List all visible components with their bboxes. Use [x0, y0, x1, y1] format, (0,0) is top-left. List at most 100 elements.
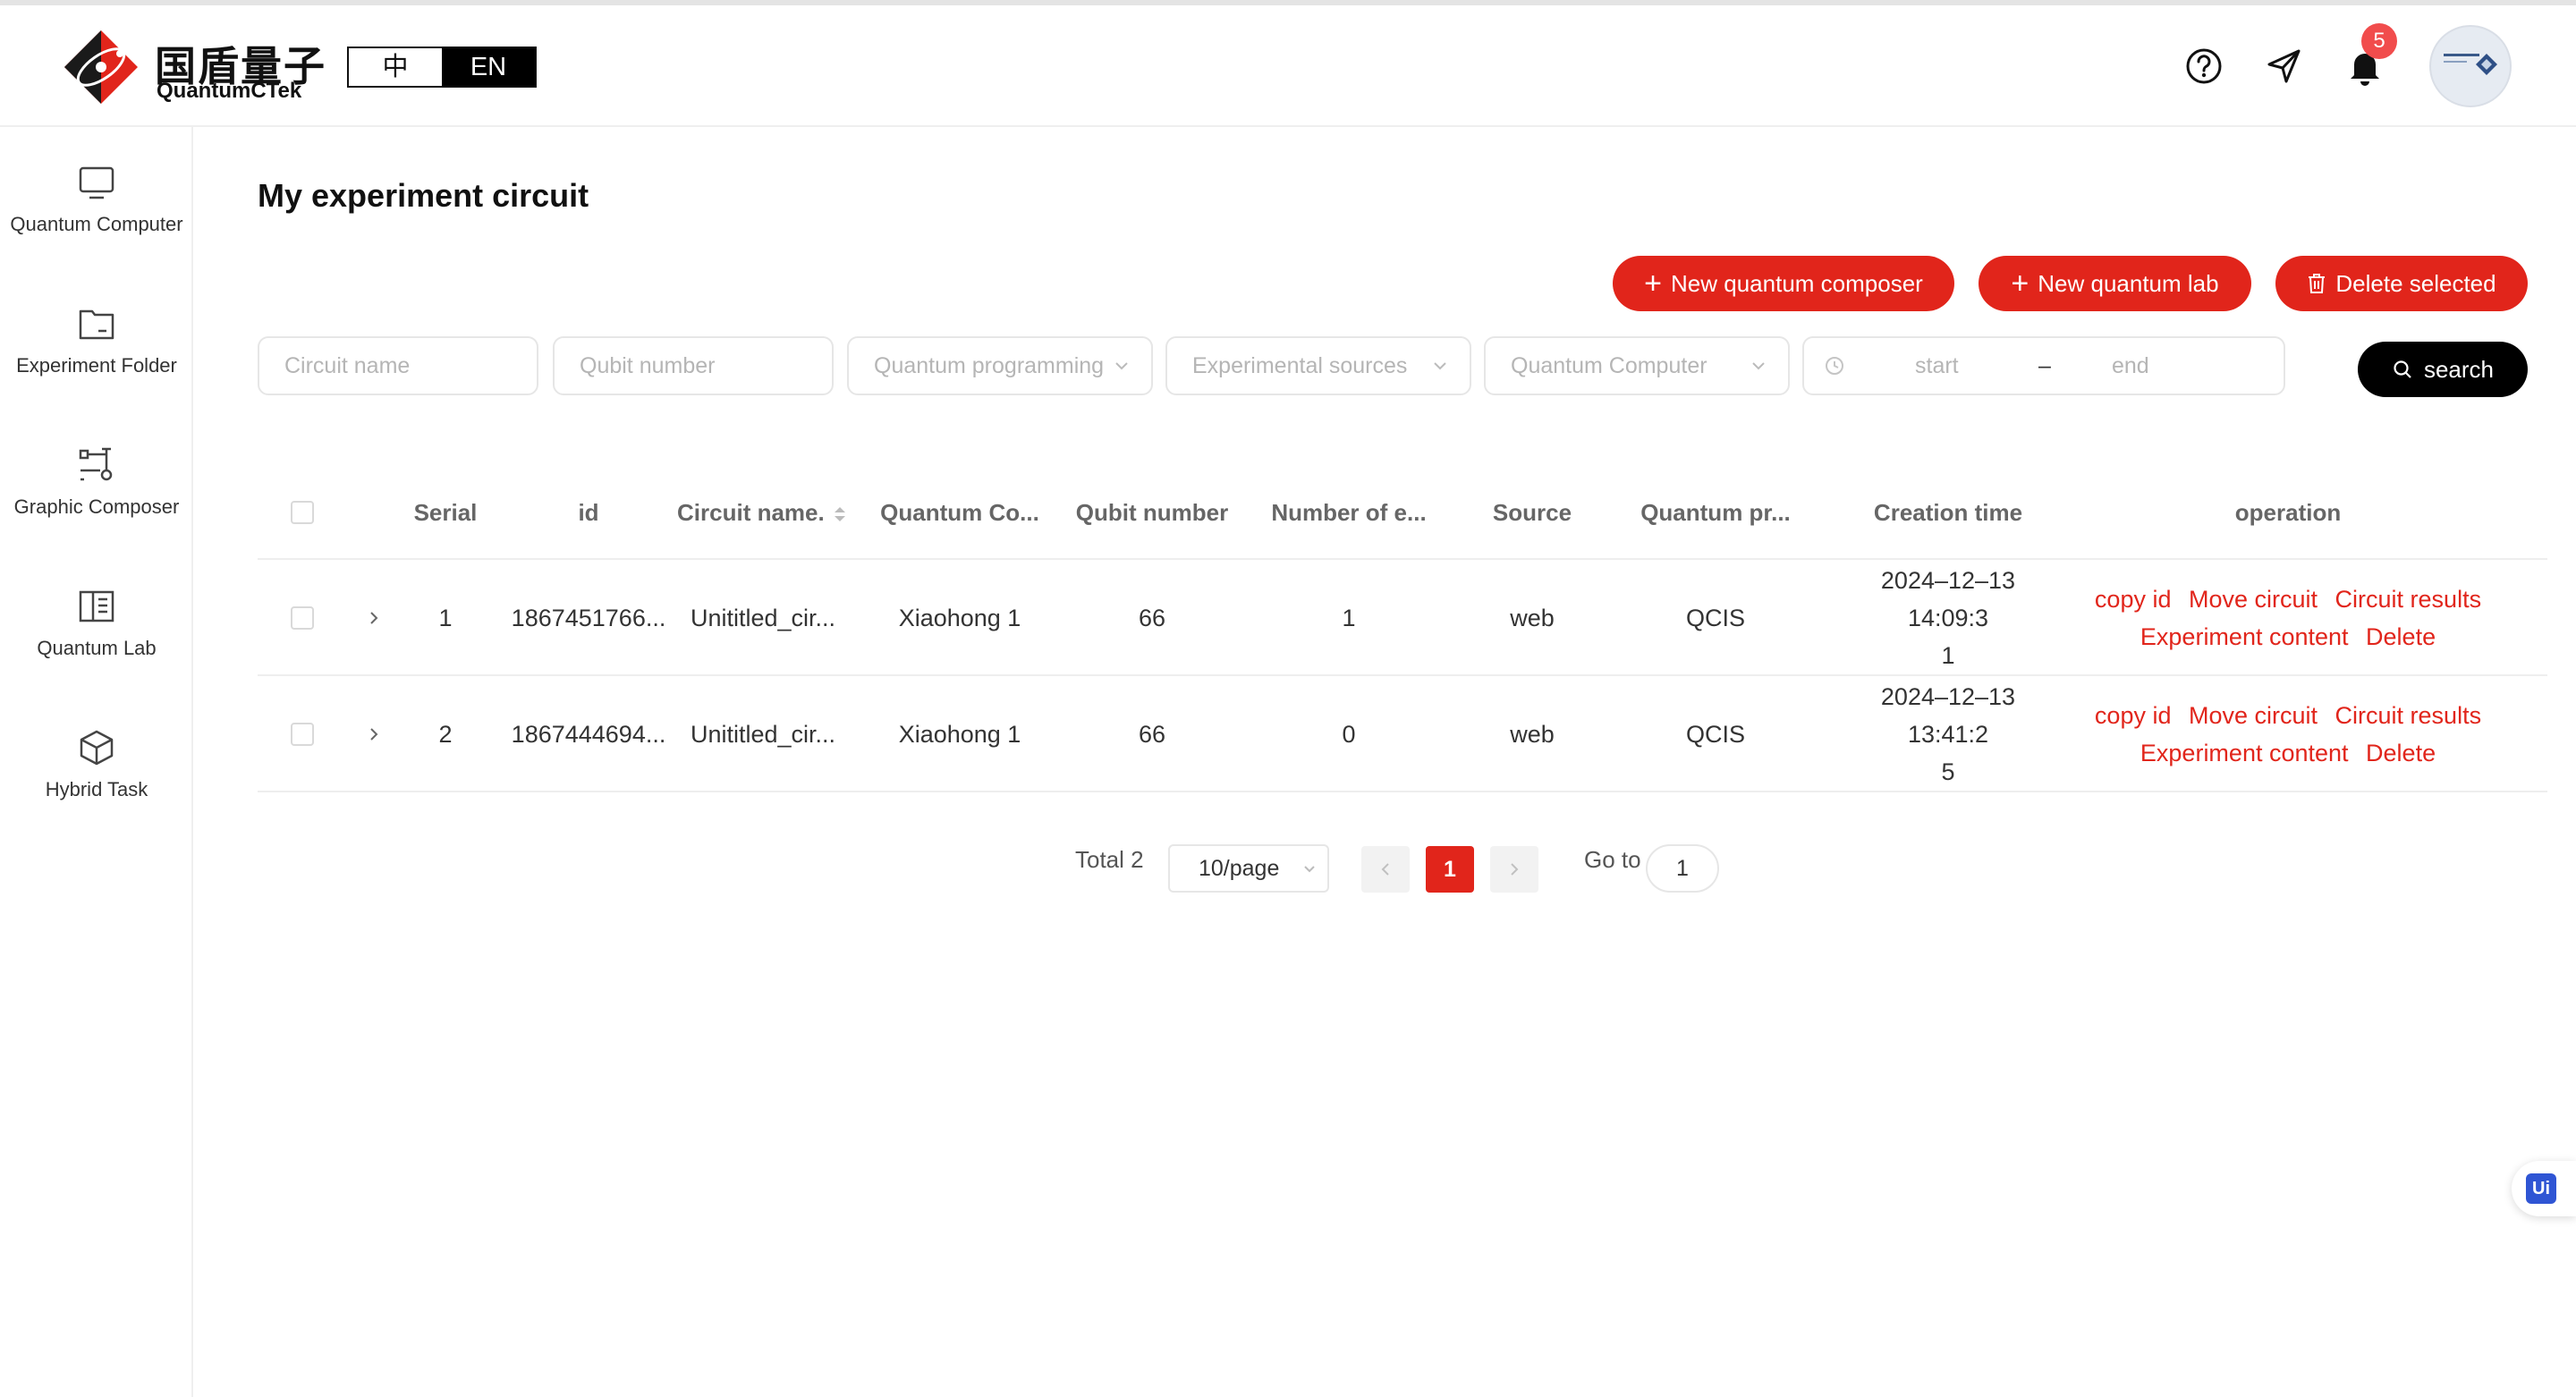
folder-icon [79, 309, 114, 340]
lang-en-button[interactable]: EN [442, 48, 535, 86]
sidebar-item-experiment-folder[interactable]: Experiment Folder [0, 304, 193, 377]
row-checkbox[interactable] [258, 676, 347, 792]
experiment-content-link[interactable]: Experiment content [2140, 623, 2349, 650]
book-icon [79, 590, 114, 622]
clock-icon [1826, 357, 1843, 375]
circuit-name-input[interactable]: Circuit name [258, 336, 538, 395]
search-button[interactable]: search [2358, 342, 2528, 397]
goto-page-input[interactable]: 1 [1646, 844, 1719, 893]
cell-circuit-name: Unititled_cir... [690, 720, 836, 748]
cell-id: 1867444694... [511, 720, 666, 748]
sidebar: Quantum Computer Experiment Folder Graph… [0, 127, 193, 1397]
new-quantum-lab-button[interactable]: + New quantum lab [1979, 256, 2251, 311]
quantumctek-logo-icon[interactable] [61, 27, 141, 107]
col-label: Circuit name. [677, 499, 825, 526]
cell-quantum-computer: Xiaohong 1 [898, 720, 1021, 748]
experiment-content-link[interactable]: Experiment content [2140, 740, 2349, 766]
delete-link[interactable]: Delete [2366, 740, 2436, 766]
monitor-icon [79, 166, 114, 199]
language-switch: 中 EN [347, 47, 537, 88]
chevron-right-icon [1511, 863, 1519, 876]
cell-qubit-number: 66 [1138, 720, 1166, 748]
sidebar-item-quantum-lab[interactable]: Quantum Lab [0, 587, 193, 660]
avatar-image-icon [2444, 54, 2497, 75]
col-serial: Serial [413, 499, 478, 526]
circuit-results-link[interactable]: Circuit results [2335, 586, 2482, 613]
date-range-picker[interactable]: start – end [1802, 336, 2285, 395]
chevron-down-icon [1752, 362, 1765, 370]
floating-ui-widget[interactable]: Ui [2512, 1161, 2576, 1216]
col-operation: operation [2234, 499, 2342, 526]
delete-link[interactable]: Delete [2366, 623, 2436, 650]
cell-operations: copy id Move circuit Circuit results Exp… [2082, 560, 2494, 676]
move-circuit-link[interactable]: Move circuit [2189, 586, 2318, 613]
sidebar-item-quantum-computer[interactable]: Quantum Computer [0, 163, 193, 236]
button-label: New quantum lab [2038, 269, 2219, 297]
time-line-1: 2024–12–13 14:09:3 [1880, 567, 2016, 631]
cell-programming: QCIS [1685, 604, 1745, 631]
qubit-number-input[interactable]: Qubit number [553, 336, 834, 395]
col-quantum-computer: Quantum Co... [880, 499, 1039, 526]
sidebar-item-hybrid-task[interactable]: Hybrid Task [0, 728, 193, 801]
avatar[interactable] [2429, 25, 2512, 107]
button-label: search [2423, 355, 2495, 383]
delete-selected-button[interactable]: Delete selected [2275, 256, 2528, 311]
circuit-results-link[interactable]: Circuit results [2335, 702, 2482, 729]
col-number-of-experiments: Number of e... [1271, 499, 1427, 526]
sort-icon[interactable] [831, 504, 849, 525]
chevron-left-icon [1381, 863, 1389, 876]
main-content: My experiment circuit + New quantum comp… [195, 127, 2576, 1397]
select-all-checkbox[interactable] [258, 465, 347, 560]
lang-zh-button[interactable]: 中 [349, 48, 442, 86]
goto-label: Go to [1584, 846, 1641, 873]
cell-operations: copy id Move circuit Circuit results Exp… [2082, 676, 2494, 792]
send-icon[interactable] [2261, 43, 2308, 89]
ui-badge-icon: Ui [2526, 1173, 2556, 1204]
col-circuit-name[interactable]: Circuit name. [669, 465, 857, 560]
cell-serial: 2 [438, 720, 453, 748]
new-quantum-composer-button[interactable]: + New quantum composer [1613, 256, 1954, 311]
sidebar-item-label: Quantum Computer [10, 213, 183, 235]
chevron-down-icon [1115, 362, 1128, 370]
cell-experiments: 0 [1342, 720, 1356, 748]
search-icon [2394, 360, 2411, 378]
brand-name-en: QuantumCTek [157, 79, 302, 103]
circuit-icon [79, 447, 113, 481]
row-checkbox[interactable] [258, 560, 347, 676]
copy-id-link[interactable]: copy id [2095, 702, 2172, 729]
copy-id-link[interactable]: copy id [2095, 586, 2172, 613]
notification-badge: 5 [2361, 23, 2397, 59]
start-date-input[interactable]: start [1915, 353, 1959, 379]
sidebar-item-graphic-composer[interactable]: Graphic Composer [0, 445, 193, 519]
button-label: Delete selected [2335, 269, 2496, 297]
table-header: Serial id Circuit name. Quantum Co... Qu… [258, 465, 2547, 560]
chevron-down-icon [1434, 362, 1446, 370]
experimental-sources-select[interactable]: Experimental sources [1165, 336, 1471, 395]
sidebar-item-label: Experiment Folder [16, 354, 177, 377]
page-1-button[interactable]: 1 [1426, 846, 1474, 893]
chevron-down-icon [1304, 866, 1315, 873]
date-range-separator: – [2038, 352, 2051, 378]
quantum-programming-select[interactable]: Quantum programming [847, 336, 1153, 395]
cell-circuit-name: Unititled_cir... [690, 604, 836, 631]
help-icon[interactable] [2181, 43, 2227, 89]
sidebar-item-label: Quantum Lab [37, 637, 157, 659]
select-placeholder: Quantum programming [874, 352, 1105, 378]
top-header: 国盾量子 QuantumCTek 中 EN 5 [0, 5, 2576, 127]
col-creation-time: Creation time [1873, 499, 2023, 526]
time-line-2: 5 [1941, 758, 1955, 785]
col-quantum-programming: Quantum pr... [1640, 499, 1791, 526]
cell-programming: QCIS [1685, 720, 1745, 748]
end-date-input[interactable]: end [2112, 353, 2149, 379]
circuit-table: Serial id Circuit name. Quantum Co... Qu… [258, 465, 2547, 792]
button-label: New quantum composer [1671, 269, 1923, 297]
time-line-2: 1 [1941, 642, 1955, 669]
select-placeholder: Experimental sources [1192, 352, 1408, 378]
page-size-select[interactable]: 10/page [1168, 844, 1329, 893]
plus-icon: + [1644, 267, 1663, 301]
cell-source: web [1510, 604, 1555, 631]
quantum-computer-select[interactable]: Quantum Computer [1484, 336, 1790, 395]
prev-page-button[interactable] [1361, 846, 1410, 893]
move-circuit-link[interactable]: Move circuit [2189, 702, 2318, 729]
next-page-button[interactable] [1490, 846, 1538, 893]
